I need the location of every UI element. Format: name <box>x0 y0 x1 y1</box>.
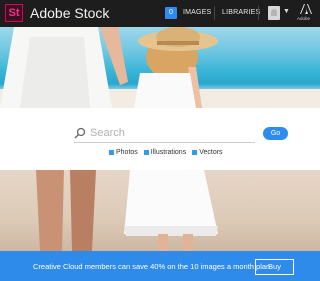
nav-libraries[interactable]: LIBRARIES <box>222 9 260 16</box>
search-filters: Photos Illustrations Vectors <box>109 148 223 157</box>
filter-photos[interactable]: Photos <box>109 148 138 157</box>
search-input[interactable] <box>90 124 255 142</box>
images-count-badge[interactable]: 0 <box>165 7 177 19</box>
search-icon <box>74 127 86 139</box>
nav-images[interactable]: IMAGES <box>183 9 211 16</box>
adobe-label: Adobe <box>297 16 311 21</box>
top-bar: St Adobe Stock 0 IMAGES LIBRARIES ▼ Adob… <box>0 0 320 27</box>
hero-image-top <box>0 27 320 108</box>
promo-text: Creative Cloud members can save 40% on t… <box>33 262 271 271</box>
filter-label: Photos <box>116 149 138 156</box>
avatar-icon[interactable] <box>268 6 280 20</box>
adobe-logo-icon[interactable] <box>300 4 312 14</box>
checkbox-icon[interactable] <box>143 150 149 155</box>
chevron-down-icon[interactable]: ▼ <box>283 8 290 15</box>
filter-illustrations[interactable]: Illustrations <box>143 148 187 157</box>
app-title[interactable]: Adobe Stock <box>30 5 109 22</box>
buy-button[interactable]: Buy <box>255 259 294 275</box>
search-underline <box>74 142 255 143</box>
filter-vectors[interactable]: Vectors <box>192 148 223 157</box>
nav-divider <box>258 6 259 20</box>
checkbox-icon[interactable] <box>109 150 114 155</box>
nav-divider <box>214 6 215 20</box>
checkbox-icon[interactable] <box>192 150 198 155</box>
filter-label: Vectors <box>199 149 223 156</box>
hero-image-bottom <box>0 170 320 251</box>
hero-illustration <box>0 27 320 108</box>
stock-logo-icon[interactable]: St <box>5 4 23 22</box>
go-button[interactable]: Go <box>263 127 288 140</box>
filter-label: Illustrations <box>150 149 187 156</box>
hero-illustration-legs <box>36 170 218 251</box>
